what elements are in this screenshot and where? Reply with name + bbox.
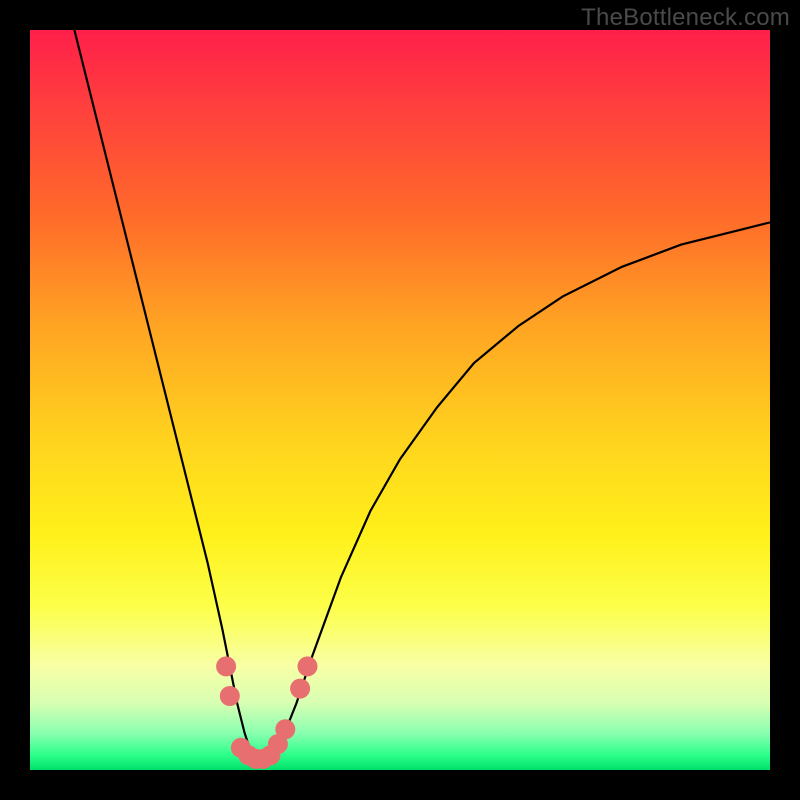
marker-dot [275,719,295,739]
marker-dot [220,686,240,706]
plot-area [30,30,770,770]
chart-svg [30,30,770,770]
chart-frame: TheBottleneck.com [0,0,800,800]
watermark-text: TheBottleneck.com [581,4,790,32]
marker-dot [298,656,318,676]
marker-dot [216,656,236,676]
marker-dot [290,679,310,699]
bottleneck-curve [74,30,770,763]
marker-group [216,656,317,769]
